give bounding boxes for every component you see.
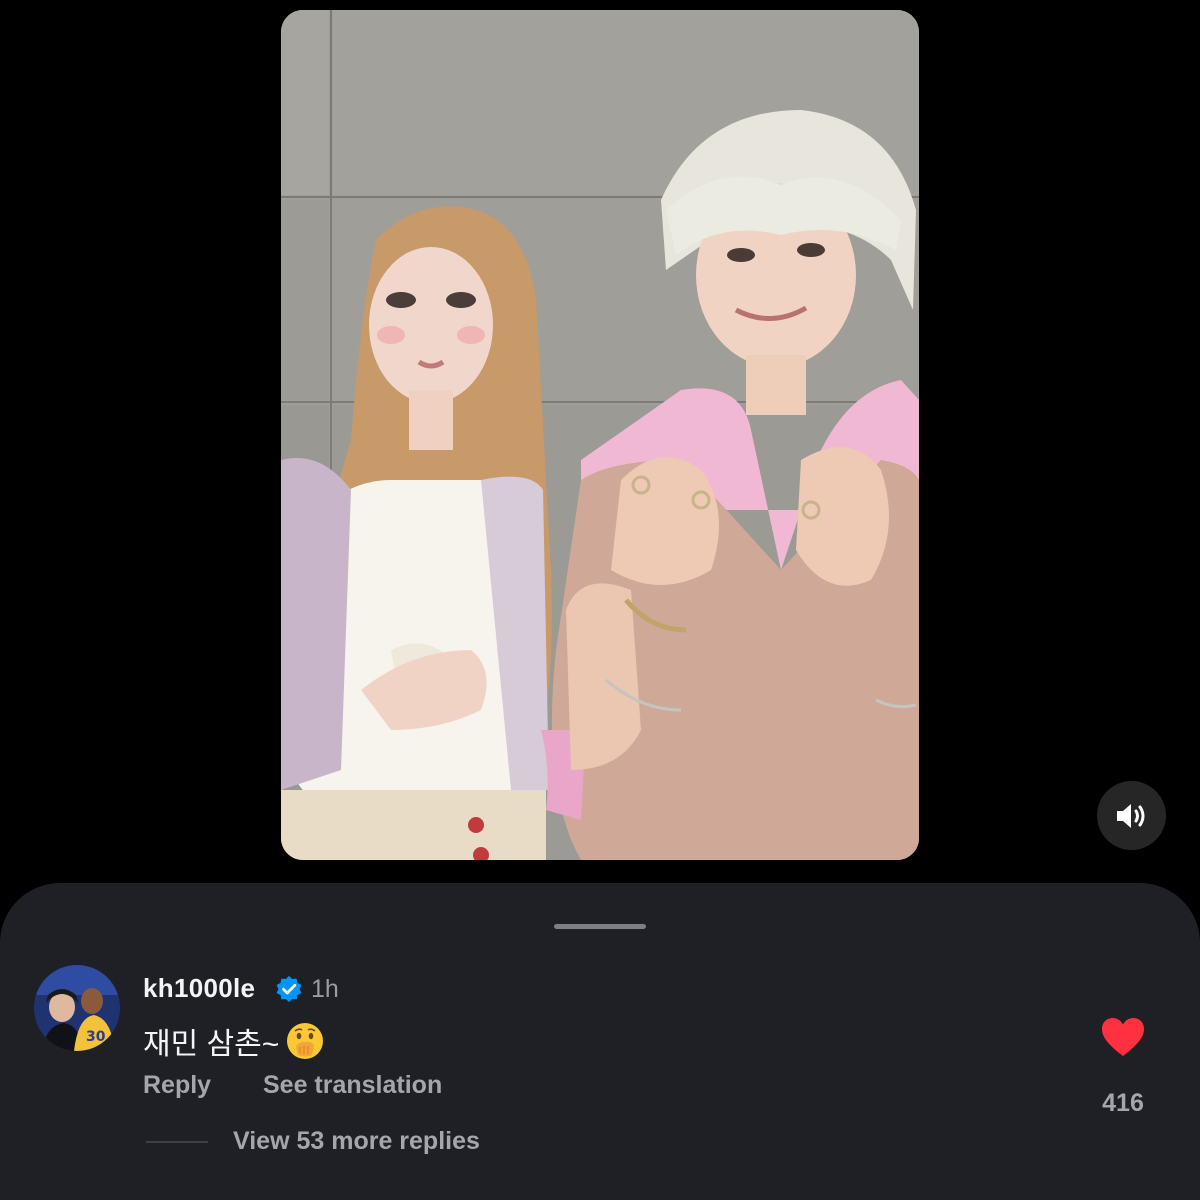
replies-divider (146, 1141, 208, 1143)
avatar-image: 30 (34, 965, 120, 1051)
verified-badge-icon (276, 976, 302, 1002)
sheet-drag-handle[interactable] (554, 924, 646, 929)
avatar[interactable]: 30 (34, 965, 120, 1051)
svg-text:30: 30 (86, 1029, 106, 1045)
reply-button[interactable]: Reply (143, 1071, 211, 1100)
video-frame-image (281, 10, 919, 860)
heart-filled-icon[interactable] (1100, 1016, 1146, 1058)
speaker-sound-on-icon (1116, 803, 1144, 828)
comments-sheet[interactable]: 30 kh1000le 1h 재민 삼촌~ Reply See translat… (0, 883, 1200, 1200)
see-translation-button[interactable]: See translation (263, 1071, 442, 1100)
face-with-hand-over-mouth-emoji (287, 1023, 324, 1059)
sound-toggle-button[interactable] (1097, 781, 1166, 850)
like-count: 416 (1102, 1089, 1144, 1117)
comment-body: 재민 삼촌~ (143, 1019, 325, 1063)
comment-timestamp: 1h (311, 975, 339, 1003)
screen: 30 kh1000le 1h 재민 삼촌~ Reply See translat… (0, 0, 1200, 1200)
comment-text: 재민 삼촌~ (143, 1028, 280, 1061)
comment-username[interactable]: kh1000le (143, 973, 255, 1004)
video-player[interactable] (281, 10, 919, 860)
view-more-replies-button[interactable]: View 53 more replies (233, 1127, 480, 1156)
